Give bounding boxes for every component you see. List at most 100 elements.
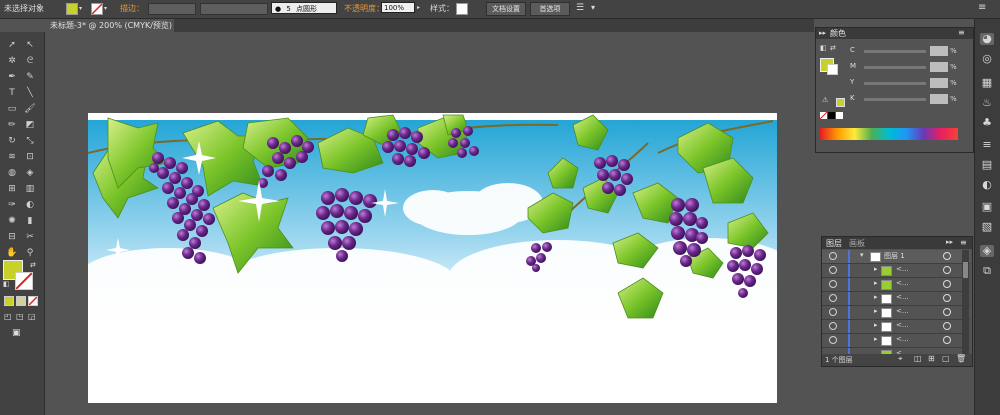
stroke-color-box[interactable] [15, 272, 33, 290]
chevron-double-icon[interactable]: ▸▸ [819, 29, 826, 37]
channel-m-input[interactable] [930, 62, 948, 72]
shape-builder-tool-icon[interactable]: ◍ [6, 169, 18, 178]
color-guide-icon[interactable]: ◎ [980, 53, 994, 65]
pencil-tool-icon[interactable]: ✏ [6, 121, 18, 130]
channel-k-input[interactable] [930, 94, 948, 104]
stroke-weight-dropdown[interactable] [148, 3, 196, 15]
eye-icon[interactable] [829, 280, 837, 288]
variable-width-dropdown[interactable] [200, 3, 268, 15]
eye-icon[interactable] [829, 294, 837, 302]
line-tool-icon[interactable]: ╲ [24, 89, 36, 98]
rectangle-tool-icon[interactable]: ▭ [6, 105, 18, 114]
target-icon[interactable] [943, 322, 951, 330]
sublayer-row[interactable]: ▸ <... [822, 278, 970, 292]
swatches-icon[interactable]: ▦ [980, 77, 994, 89]
eye-icon[interactable] [829, 252, 837, 260]
zoom-tool-icon[interactable]: ⚲ [24, 249, 36, 258]
channel-k-slider[interactable] [864, 98, 926, 101]
document-tab[interactable]: 未标题-3* @ 200% (CMYK/预览) [44, 19, 174, 32]
opacity-input[interactable]: 100% [381, 2, 415, 13]
color-spectrum-bar[interactable] [820, 128, 958, 140]
warp-tool-icon[interactable]: ≋ [6, 153, 18, 162]
default-colors-icon[interactable]: ◧ [820, 44, 827, 52]
lasso-tool-icon[interactable]: ᘓ [24, 57, 36, 66]
magic-wand-tool-icon[interactable]: ✲ [6, 57, 18, 66]
artboard[interactable] [88, 113, 777, 403]
chevron-right-icon[interactable]: ▸ [417, 4, 420, 11]
scrollbar-thumb[interactable] [963, 262, 968, 278]
chevron-down-icon[interactable]: ▾ [79, 5, 82, 12]
tab-artboards[interactable]: 画板 [849, 238, 865, 249]
opacity-label[interactable]: 不透明度： [344, 3, 384, 14]
symbol-sprayer-tool-icon[interactable]: ✺ [6, 217, 18, 226]
new-sublayer-icon[interactable]: ⊞ [928, 354, 935, 363]
gradient-mode-button[interactable] [16, 296, 26, 306]
artboard-tool-icon[interactable]: ⊟ [6, 233, 18, 242]
eye-icon[interactable] [829, 308, 837, 316]
draw-behind-icon[interactable]: ◳ [16, 312, 24, 321]
scale-tool-icon[interactable]: ⤡ [24, 137, 36, 146]
slice-tool-icon[interactable]: ✂ [24, 233, 36, 242]
trash-icon[interactable]: 🗑 [956, 354, 966, 363]
type-tool-icon[interactable]: T [6, 89, 18, 98]
white-swatch[interactable] [836, 112, 843, 119]
chevron-down-icon[interactable]: ▾ [591, 3, 595, 12]
eye-icon[interactable] [829, 266, 837, 274]
arrange-documents-icon[interactable]: ☰ [576, 3, 584, 13]
color-mode-button[interactable] [4, 296, 14, 306]
chevron-right-icon[interactable]: ▸ [874, 335, 878, 343]
preferences-button[interactable]: 首选项 [530, 2, 570, 16]
column-graph-tool-icon[interactable]: ▮ [24, 217, 36, 226]
selection-tool-icon[interactable]: ➚ [6, 41, 18, 50]
chevron-down-icon[interactable]: ▾ [860, 251, 864, 259]
gamut-swatch[interactable] [836, 98, 845, 107]
graphic-style-swatch[interactable] [456, 3, 468, 15]
color-panel-icon[interactable]: ◕ [980, 33, 994, 45]
channel-c-input[interactable] [930, 46, 948, 56]
sublayer-row[interactable]: ▸ <... [822, 334, 970, 348]
channel-m-slider[interactable] [864, 66, 926, 69]
target-icon[interactable] [943, 336, 951, 344]
chevron-right-icon[interactable]: ▸ [874, 279, 878, 287]
stroke-icon[interactable]: ≡ [980, 139, 994, 151]
swap-colors-icon[interactable]: ⇄ [30, 261, 36, 269]
target-icon[interactable] [943, 280, 951, 288]
draw-inside-icon[interactable]: ◲ [28, 312, 36, 321]
chevron-right-icon[interactable]: ▸ [874, 321, 878, 329]
new-layer-icon[interactable]: ▢ [942, 354, 950, 363]
brush-definition-dropdown[interactable]: ● 5 点圆形 [271, 2, 337, 14]
symbols-icon[interactable]: ♣ [980, 117, 994, 129]
document-setup-button[interactable]: 文档设置 [486, 2, 526, 16]
stroke-swatch[interactable] [91, 3, 103, 15]
eye-icon[interactable] [829, 322, 837, 330]
gradient-icon[interactable]: ▤ [980, 159, 994, 171]
swap-colors-icon[interactable]: ⇄ [830, 44, 836, 52]
panel-menu-icon[interactable]: ≡ [960, 238, 967, 247]
fill-swatch[interactable] [66, 3, 78, 15]
clipping-mask-icon[interactable]: ◫ [914, 354, 922, 363]
curvature-tool-icon[interactable]: ✎ [24, 73, 36, 82]
draw-normal-icon[interactable]: ◰ [4, 312, 12, 321]
hand-tool-icon[interactable]: ✋ [6, 249, 18, 258]
chevron-right-icon[interactable]: ▸ [874, 293, 878, 301]
sublayer-row[interactable]: ▸ <... [822, 264, 970, 278]
target-icon[interactable] [943, 252, 951, 260]
brushes-icon[interactable]: ♨ [980, 97, 994, 109]
blend-tool-icon[interactable]: ◐ [24, 201, 36, 210]
target-icon[interactable] [943, 266, 951, 274]
direct-selection-tool-icon[interactable]: ↖ [24, 41, 36, 50]
appearance-icon[interactable]: ▣ [980, 201, 994, 213]
tab-layers[interactable]: 图层 [826, 238, 842, 249]
layer-row[interactable]: ▾ 图层 1 [822, 250, 970, 264]
sublayer-row[interactable]: ▸ <... [822, 306, 970, 320]
rotate-tool-icon[interactable]: ↻ [6, 137, 18, 146]
eraser-tool-icon[interactable]: ◩ [24, 121, 36, 130]
screen-mode-icon[interactable]: ▣ [12, 328, 21, 338]
perspective-grid-tool-icon[interactable]: ⊞ [6, 185, 18, 194]
pen-tool-icon[interactable]: ✒ [6, 73, 18, 82]
chevron-double-icon[interactable]: ▸▸ [946, 238, 953, 246]
out-of-gamut-icon[interactable]: ⚠ [822, 96, 828, 104]
none-mode-button[interactable] [28, 296, 38, 306]
eye-icon[interactable] [829, 336, 837, 344]
locate-object-icon[interactable]: ⌖ [898, 354, 903, 364]
